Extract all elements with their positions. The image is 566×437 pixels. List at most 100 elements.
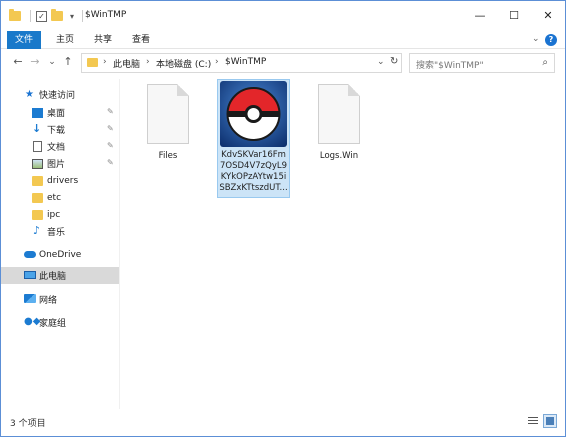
sidebar-item-etc[interactable]: etc	[1, 189, 119, 206]
back-button[interactable]: ←	[11, 55, 25, 69]
sidebar-item-label: 桌面	[47, 109, 66, 119]
sidebar-item-downloads[interactable]: ↓ 下载 ✎	[1, 121, 119, 138]
cloud-icon	[24, 251, 36, 258]
sidebar-item-label: 网络	[39, 296, 58, 306]
window-title: $WinTMP	[85, 10, 127, 20]
quick-access-toolbar: ✓ ▾	[9, 9, 88, 23]
pin-icon[interactable]: ✎	[107, 141, 114, 150]
desktop-icon	[32, 108, 43, 118]
divider	[30, 10, 31, 22]
status-bar: 3 个项目	[1, 409, 565, 436]
sidebar-item-drivers[interactable]: drivers	[1, 172, 119, 189]
sidebar-item-network[interactable]: 网络	[1, 291, 119, 308]
sidebar-item-homegroup[interactable]: ●◆ 家庭组	[1, 314, 119, 331]
sidebar-item-label: 家庭组	[39, 319, 67, 329]
file-icon	[147, 84, 189, 144]
file-name-line: KdvSKVar16Fm	[221, 150, 286, 160]
pin-icon[interactable]: ✎	[107, 124, 114, 133]
breadcrumb-local-disk[interactable]: 本地磁盘 (C:)	[156, 57, 211, 70]
document-icon	[33, 141, 42, 152]
details-view-icon	[528, 417, 538, 424]
address-dropdown-icon[interactable]: ⌄	[377, 57, 385, 67]
file-name: Logs.Win	[319, 151, 359, 161]
large-icons-view-button[interactable]	[543, 414, 557, 428]
sidebar-item-label: 下载	[47, 126, 66, 136]
new-folder-icon[interactable]	[51, 9, 63, 21]
homegroup-icon: ●◆	[24, 316, 41, 327]
folder-icon	[32, 210, 43, 220]
address-bar[interactable]: › 此电脑 › 本地磁盘 (C:) › $WinTMP ⌄	[81, 53, 402, 73]
sidebar-item-desktop[interactable]: 桌面 ✎	[1, 104, 119, 121]
tab-file[interactable]: 文件	[7, 31, 42, 49]
help-icon[interactable]: ?	[545, 34, 557, 46]
maximize-button[interactable]: ☐	[497, 1, 531, 31]
sidebar-item-music[interactable]: ♪ 音乐	[1, 223, 119, 240]
breadcrumb-this-pc[interactable]: 此电脑	[113, 57, 140, 70]
computer-icon	[24, 271, 36, 279]
sidebar-item-label: 快速访问	[39, 91, 76, 101]
file-name-line: KYkOPzAYtw15i	[220, 172, 287, 182]
tab-share[interactable]: 共享	[86, 31, 120, 49]
chevron-icon[interactable]: ›	[215, 57, 219, 67]
sidebar-item-pictures[interactable]: 图片 ✎	[1, 155, 119, 172]
navigation-bar: ← → ⌄ ↑ › 此电脑 › 本地磁盘 (C:) › $WinTMP ⌄ ↻ …	[1, 50, 565, 76]
pictures-icon	[32, 159, 43, 169]
sidebar-item-this-pc[interactable]: 此电脑	[1, 267, 119, 284]
pane-divider	[119, 79, 120, 409]
pokeball-icon	[226, 87, 281, 141]
sidebar-item-ipc[interactable]: ipc	[1, 206, 119, 223]
properties-icon[interactable]: ✓	[36, 10, 47, 22]
file-item-files[interactable]	[147, 84, 189, 144]
folder-icon	[32, 193, 43, 203]
sidebar-item-label: 音乐	[47, 228, 66, 238]
expand-ribbon-icon[interactable]: ⌄	[532, 34, 540, 44]
customize-toolbar-icon[interactable]: ▾	[70, 12, 74, 21]
ribbon: 文件 主页 共享 查看 ⌄ ?	[1, 31, 565, 49]
download-icon: ↓	[32, 122, 42, 135]
title-bar: ✓ ▾ $WinTMP — ☐ ✕	[1, 1, 565, 31]
forward-button[interactable]: →	[28, 55, 42, 69]
pokeball-thumbnail	[220, 81, 287, 147]
close-button[interactable]: ✕	[531, 1, 565, 31]
up-button[interactable]: ↑	[61, 55, 75, 69]
file-icon	[318, 84, 360, 144]
pin-icon[interactable]: ✎	[107, 158, 114, 167]
file-name: Files	[158, 151, 178, 161]
divider	[82, 10, 84, 22]
navigation-pane: ★ 快速访问 桌面 ✎ ↓ 下载 ✎ 文档 ✎ 图片 ✎ drivers etc…	[1, 79, 119, 409]
sidebar-item-label: drivers	[47, 175, 79, 186]
item-count: 3 个项目	[10, 419, 46, 429]
folder-icon	[87, 58, 98, 67]
breadcrumb-wintmp[interactable]: $WinTMP	[225, 57, 266, 67]
large-icons-view-icon	[546, 417, 554, 425]
star-icon: ★	[25, 89, 34, 100]
sidebar-item-label: ipc	[47, 209, 61, 220]
sidebar-item-onedrive[interactable]: OneDrive	[1, 246, 119, 263]
chevron-icon[interactable]: ›	[146, 57, 150, 67]
search-icon[interactable]: ⌕	[542, 57, 548, 68]
folder-icon	[9, 9, 21, 21]
sidebar-item-label: 文档	[47, 143, 66, 153]
file-name-line: 7OSD4V7zQyL9	[220, 161, 287, 171]
minimize-button[interactable]: —	[463, 1, 497, 31]
sidebar-item-label: 图片	[47, 160, 66, 170]
sidebar-item-label: etc	[47, 192, 62, 203]
sidebar-item-label: 此电脑	[39, 272, 67, 282]
sidebar-item-documents[interactable]: 文档 ✎	[1, 138, 119, 155]
explorer-window: ✓ ▾ $WinTMP — ☐ ✕ 文件 主页 共享 查看 ⌄ ? ← → ⌄ …	[0, 0, 566, 437]
recent-locations-button[interactable]: ⌄	[45, 55, 59, 69]
sidebar-item-quick-access[interactable]: ★ 快速访问	[1, 86, 119, 103]
search-box[interactable]: 搜索"$WinTMP" ⌕	[409, 53, 555, 73]
folder-icon	[32, 176, 43, 186]
chevron-icon[interactable]: ›	[103, 57, 107, 67]
tab-home[interactable]: 主页	[48, 31, 82, 49]
file-item-logs-win[interactable]	[318, 84, 360, 144]
music-icon: ♪	[33, 224, 41, 237]
details-view-button[interactable]	[526, 414, 540, 428]
network-icon	[24, 294, 36, 303]
pin-icon[interactable]: ✎	[107, 107, 114, 116]
search-input[interactable]: 搜索"$WinTMP"	[416, 58, 484, 71]
refresh-icon[interactable]: ↻	[390, 56, 398, 67]
tab-view[interactable]: 查看	[124, 31, 158, 49]
file-name-line: SBZxKTtszdUT...	[219, 183, 288, 193]
